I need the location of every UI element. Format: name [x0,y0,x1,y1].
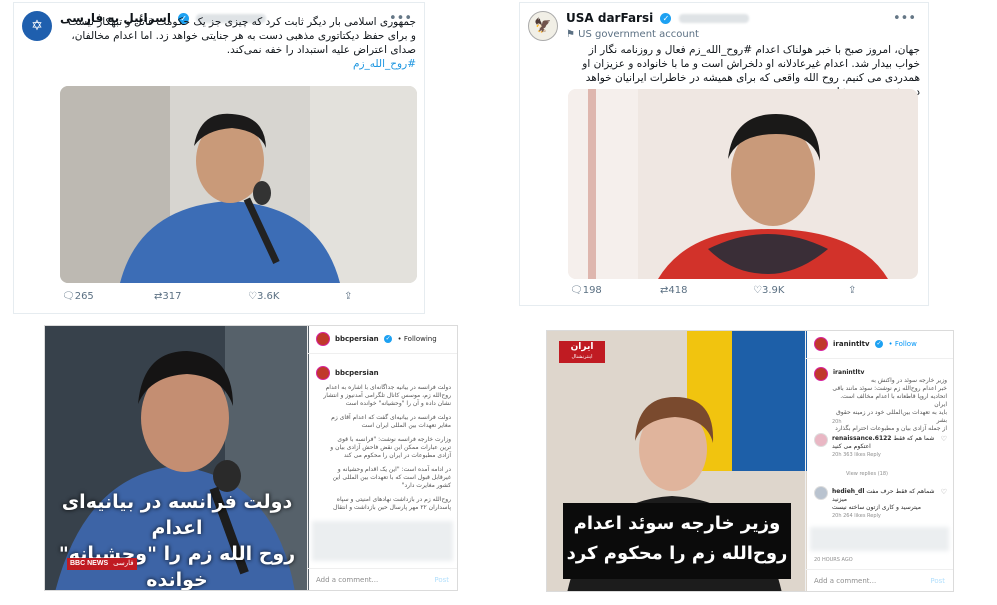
like-button[interactable]: ♡ 3.6K [248,291,279,302]
blurred-actions [312,521,453,561]
caption-avatar[interactable] [814,367,828,381]
like-comment-icon[interactable]: ♡ [941,488,947,496]
post-sidebar: bbcpersian ✓ • Following bbcpersian دولت… [307,326,457,590]
account-label: US government account [578,29,699,40]
caption-text: دولت فرانسه در بیانیه جداگانه‌ای با اشار… [323,384,451,511]
avatar[interactable] [316,332,330,346]
post-image[interactable]: دولت فرانسه در بیانیه‌ای اعدام روح الله … [45,326,309,590]
add-comment-input[interactable]: Add a comment... [814,577,876,585]
comment-bar: Add a comment... Post [806,569,953,591]
tweet-actions: 🗨 198 ⇄ 418 ♡ 3.9K ⇪ [520,285,928,305]
post-button[interactable]: Post [930,577,945,585]
avatar[interactable] [814,337,828,351]
post-header: bbcpersian ✓ • Following [308,326,457,354]
retweet-button[interactable]: ⇄ 317 [154,291,181,302]
comment-username[interactable]: renaissance.6122 [832,435,891,442]
like-button[interactable]: ♡ 3.9K [753,285,784,296]
view-replies-link[interactable]: View replies (18) [846,471,888,477]
handle-blurred [678,14,749,23]
post-sidebar: iranintltv ✓ • Follow iranintltv وزیر خا… [805,331,953,591]
instagram-post-iranintltv: ایران اینترنشنال وزیر خارجه سوئد اعدام ر… [546,330,954,592]
avatar[interactable]: 🦅 [528,11,558,41]
caption-time: 20h [832,419,842,425]
caption-text: وزیر خارجه سوئد در واکنش به خبر اعدام رو… [832,377,947,432]
government-flag-icon: ⚑ [566,29,575,40]
comment-meta: 20h 363 likes Reply [832,452,881,458]
retweet-button[interactable]: ⇄ 418 [660,285,687,296]
account-name[interactable]: USA darFarsi [566,11,653,25]
caption-username[interactable]: bbcpersian [335,369,379,377]
comment-bar: Add a comment... Post [308,568,457,590]
like-comment-icon[interactable]: ♡ [941,435,947,443]
reply-button[interactable]: 🗨 198 [570,285,602,296]
caption-avatar[interactable] [316,366,330,380]
follow-button[interactable]: • Follow [888,340,916,348]
comment-username[interactable]: hedieh_dl [832,488,864,495]
tweet-photo[interactable] [60,86,417,283]
man-at-microphone-photo [60,86,417,283]
tweet-actions: 🗨 265 ⇄ 317 ♡ 3.6K ⇪ [14,291,424,311]
verified-icon: ✓ [384,335,393,343]
tweet-usa-darfarsi: 🦅 USA darFarsi ✓ ⚑ US government account… [519,2,929,306]
username[interactable]: bbcpersian [335,335,379,343]
username[interactable]: iranintltv [833,340,870,348]
post-date: 20 HOURS AGO [814,557,853,563]
post-image[interactable]: ایران اینترنشنال وزیر خارجه سوئد اعدام ر… [547,331,807,591]
comment-2: hedieh_dl شماهم که فقط حرف مفت میزنید می… [832,488,939,520]
news-headline-overlay: دولت فرانسه در بیانیه‌ای اعدام روح الله … [58,491,296,590]
tweet-text: جمهوری اسلامی بار دیگر ثابت کرد که چیزی … [68,16,416,70]
following-label[interactable]: • Following [398,335,437,343]
verified-icon: ✓ [660,13,672,24]
news-headline-overlay: وزیر خارجه سوئد اعدام روح‌الله زم را محک… [566,513,788,564]
avatar[interactable]: ✡ [22,11,52,41]
tweet-photo[interactable] [568,89,918,279]
man-portrait-photo [568,89,918,279]
reply-button[interactable]: 🗨 265 [62,291,94,302]
tweet-israel-farsi: ✡ اسرائیل به فارسی ✓ ••• جمهوری اسلامی ب… [13,2,425,314]
comment-avatar[interactable] [814,433,828,447]
comment-1: renaissance.6122 شما هم که فقط اعتکوم می… [832,435,939,459]
post-button[interactable]: Post [434,576,449,584]
iran-international-logo: ایران اینترنشنال [559,341,605,363]
post-header: iranintltv ✓ • Follow [806,331,953,359]
blurred-actions [810,527,949,551]
hashtag-link[interactable]: #روح_الله_زم [353,58,416,70]
comment-meta: 20h 264 likes Reply [832,513,881,519]
instagram-post-bbcpersian: دولت فرانسه در بیانیه‌ای اعدام روح الله … [44,325,458,591]
share-icon[interactable]: ⇪ [344,291,352,302]
bbc-news-logo: BBC NEWS فارسی [67,558,137,570]
verified-icon: ✓ [875,340,884,348]
caption-username[interactable]: iranintltv [833,369,864,376]
share-icon[interactable]: ⇪ [848,285,856,296]
add-comment-input[interactable]: Add a comment... [316,576,378,584]
comment-avatar[interactable] [814,486,828,500]
more-options-icon[interactable]: ••• [893,11,916,26]
